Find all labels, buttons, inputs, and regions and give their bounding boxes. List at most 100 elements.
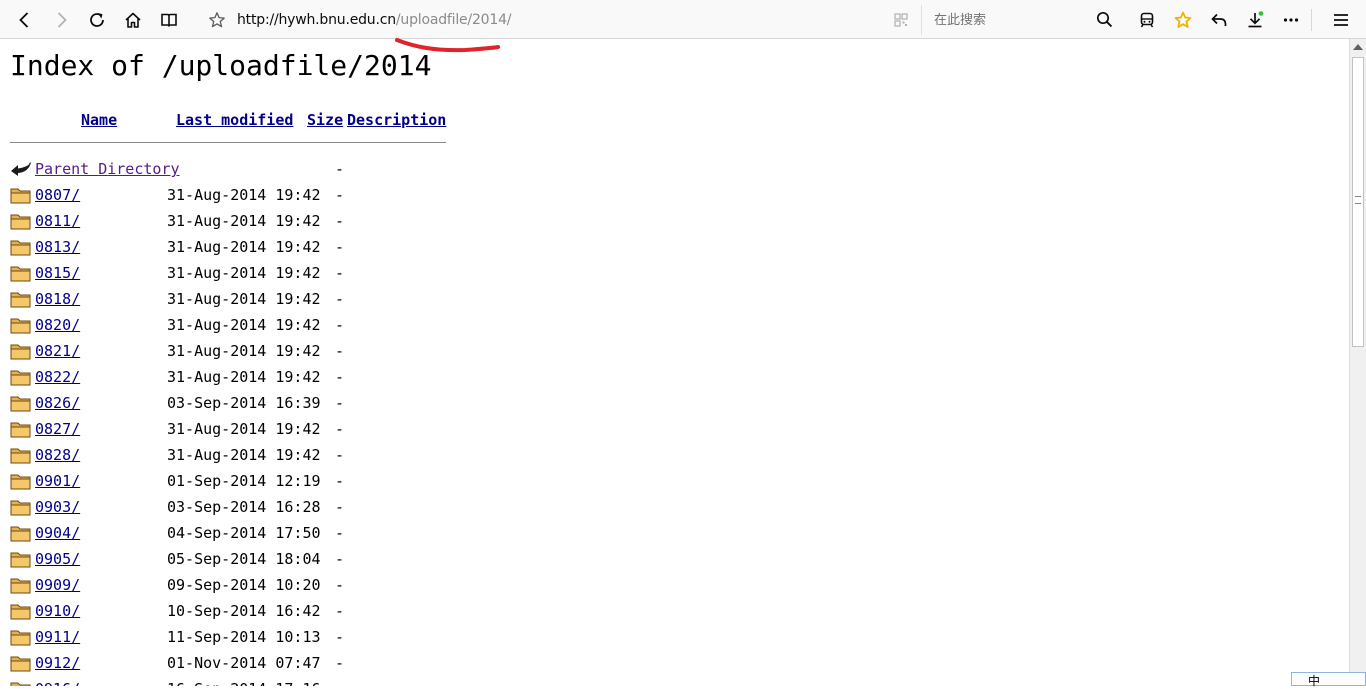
parent-directory-link[interactable]: Parent Directory (35, 160, 180, 178)
directory-row: 0826/03-Sep-2014 16:39- (10, 391, 510, 415)
folder-icon (10, 474, 31, 490)
scrollbar-thumb[interactable] (1352, 57, 1364, 347)
size-cell: - (335, 472, 345, 490)
directory-row: 0827/31-Aug-2014 19:42- (10, 417, 510, 441)
directory-row: 0820/31-Aug-2014 19:42- (10, 313, 510, 337)
last-modified-cell: 03-Sep-2014 16:39 (167, 394, 321, 412)
last-modified-cell: 01-Nov-2014 07:47 (167, 654, 321, 672)
size-cell: - (335, 160, 345, 178)
search-input[interactable] (934, 10, 1084, 30)
folder-link[interactable]: 0815/ (35, 264, 80, 282)
last-modified-cell: 31-Aug-2014 19:42 (167, 342, 321, 360)
last-modified-cell: 31-Aug-2014 19:42 (167, 238, 321, 256)
forward-button[interactable] (48, 7, 74, 33)
url-host: http://hywh.bnu.edu.cn (237, 12, 396, 28)
size-cell: - (335, 654, 345, 672)
directory-row: 0815/31-Aug-2014 19:42- (10, 261, 510, 285)
size-cell: - (335, 394, 345, 412)
qr-code-icon[interactable] (894, 13, 908, 27)
vertical-scrollbar[interactable] (1349, 39, 1366, 686)
column-header-description[interactable]: Description (347, 111, 446, 129)
folder-link[interactable]: 0822/ (35, 368, 80, 386)
folder-link[interactable]: 0916/ (35, 680, 80, 686)
size-cell: - (335, 342, 345, 360)
folder-link[interactable]: 0909/ (35, 576, 80, 594)
menu-button[interactable] (1328, 7, 1354, 33)
folder-link[interactable]: 0904/ (35, 524, 80, 542)
search-icon[interactable] (1096, 11, 1113, 28)
reading-mode-button[interactable] (156, 7, 182, 33)
scrollbar-grip (1355, 196, 1361, 204)
address-bar[interactable]: http://hywh.bnu.edu.cn/uploadfile/2014/ (202, 5, 916, 35)
size-cell: - (335, 238, 345, 256)
folder-link[interactable]: 0821/ (35, 342, 80, 360)
folder-link[interactable]: 0903/ (35, 498, 80, 516)
folder-link[interactable]: 0905/ (35, 550, 80, 568)
folder-link[interactable]: 0820/ (35, 316, 80, 334)
directory-row: 0904/04-Sep-2014 17:50- (10, 521, 510, 545)
last-modified-cell: 16-Sep-2014 17:16 (167, 680, 321, 686)
size-cell: - (335, 576, 345, 594)
back-button[interactable] (12, 7, 38, 33)
more-actions-button[interactable] (1278, 7, 1304, 33)
folder-icon (10, 344, 31, 360)
reload-button[interactable] (84, 7, 110, 33)
directory-row: 0912/01-Nov-2014 07:47- (10, 651, 510, 675)
size-cell: - (335, 212, 345, 230)
directory-row: 0811/31-Aug-2014 19:42- (10, 209, 510, 233)
column-header-size[interactable]: Size (307, 111, 343, 129)
folder-link[interactable]: 0807/ (35, 186, 80, 204)
undo-arrow-icon (1211, 13, 1227, 26)
size-cell: - (335, 186, 345, 204)
folder-link[interactable]: 0827/ (35, 420, 80, 438)
ime-mode-indicator[interactable]: 中 (1308, 672, 1320, 689)
last-modified-cell: 31-Aug-2014 19:42 (167, 186, 321, 204)
directory-row: 0822/31-Aug-2014 19:42- (10, 365, 510, 389)
download-icon (1248, 11, 1264, 28)
size-cell: - (335, 316, 345, 334)
folder-icon (10, 552, 31, 568)
ime-status-bar[interactable]: 中 (1291, 672, 1366, 689)
folder-link[interactable]: 0901/ (35, 472, 80, 490)
bookmarks-button[interactable] (1170, 7, 1196, 33)
size-cell: - (335, 628, 345, 646)
column-header-last-modified[interactable]: Last modified (176, 111, 293, 129)
folder-link[interactable]: 0911/ (35, 628, 80, 646)
folder-icon (10, 240, 31, 256)
directory-row: 0901/01-Sep-2014 12:19- (10, 469, 510, 493)
forward-arrow-icon (57, 12, 67, 28)
last-modified-cell: 05-Sep-2014 18:04 (167, 550, 321, 568)
sync-tabs-button[interactable] (1134, 7, 1160, 33)
ellipsis-icon (1283, 18, 1299, 22)
directory-row: 0813/31-Aug-2014 19:42- (10, 235, 510, 259)
bookmark-star-outline-icon[interactable] (208, 11, 226, 29)
home-button[interactable] (120, 7, 146, 33)
last-modified-cell: 04-Sep-2014 17:50 (167, 524, 321, 542)
column-header-name[interactable]: Name (81, 111, 117, 129)
last-modified-cell: 31-Aug-2014 19:42 (167, 446, 321, 464)
folder-link[interactable]: 0826/ (35, 394, 80, 412)
downloads-button[interactable] (1242, 7, 1268, 33)
size-cell: - (335, 420, 345, 438)
parent-directory-row: Parent Directory - (10, 157, 510, 181)
directory-row: 0909/09-Sep-2014 10:20- (10, 573, 510, 597)
last-modified-cell: 31-Aug-2014 19:42 (167, 290, 321, 308)
size-cell: - (335, 602, 345, 620)
last-modified-cell: 11-Sep-2014 10:13 (167, 628, 321, 646)
scroll-up-arrow-icon[interactable] (1353, 44, 1363, 50)
directory-row: 0911/11-Sep-2014 10:13- (10, 625, 510, 649)
folder-link[interactable]: 0811/ (35, 212, 80, 230)
folder-link[interactable]: 0912/ (35, 654, 80, 672)
size-cell: - (335, 368, 345, 386)
folder-icon (10, 396, 31, 412)
undo-close-tab-button[interactable] (1206, 7, 1232, 33)
folder-link[interactable]: 0828/ (35, 446, 80, 464)
last-modified-cell: 31-Aug-2014 19:42 (167, 264, 321, 282)
folder-link[interactable]: 0813/ (35, 238, 80, 256)
url-text[interactable]: http://hywh.bnu.edu.cn/uploadfile/2014/ (237, 12, 511, 28)
size-cell: - (335, 446, 345, 464)
folder-link[interactable]: 0910/ (35, 602, 80, 620)
folder-icon (10, 656, 31, 672)
folder-link[interactable]: 0818/ (35, 290, 80, 308)
search-bar[interactable] (921, 5, 1120, 35)
